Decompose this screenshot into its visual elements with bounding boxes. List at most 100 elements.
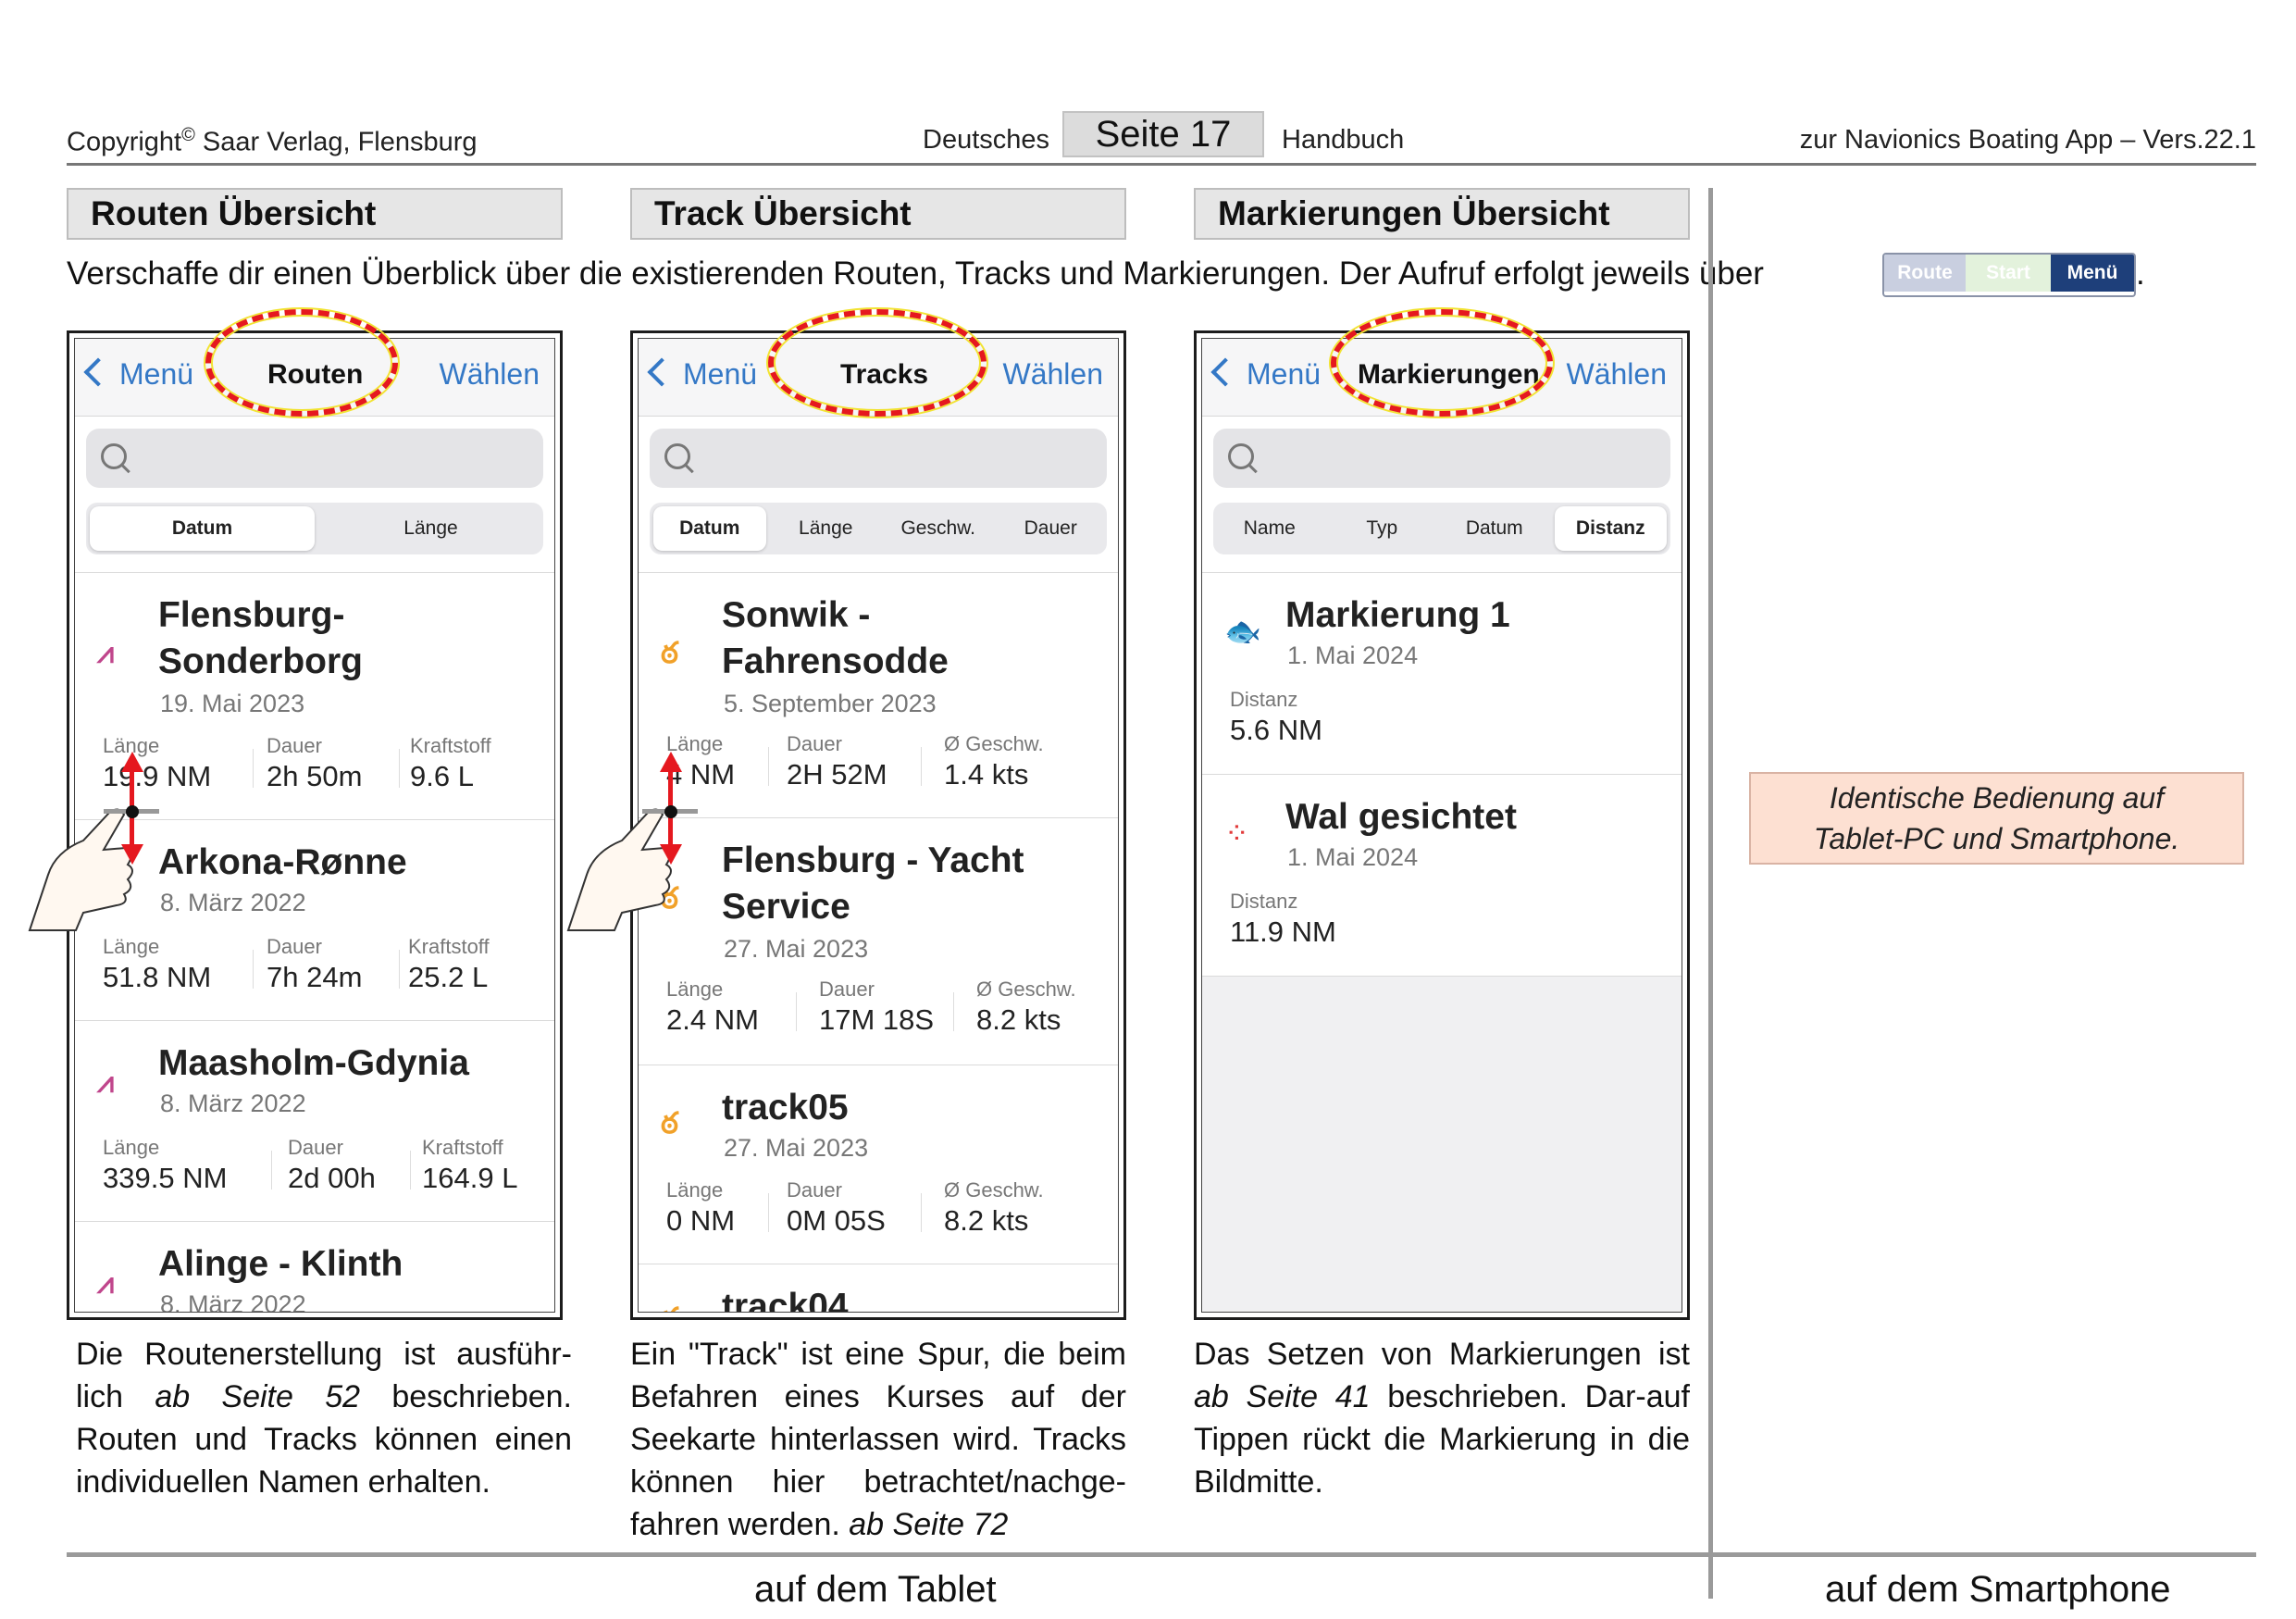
stat-value: 339.5 NM (103, 1162, 228, 1194)
stat-value: 8.2 kts (944, 1204, 1029, 1237)
markers-back-button[interactable]: Menü (1210, 357, 1322, 392)
page-number: Seite 17 (1062, 111, 1264, 157)
highlight-ellipse-markers (1331, 309, 1553, 417)
stat-label: Dauer (267, 935, 322, 958)
markers-select-button[interactable]: Wählen (1567, 357, 1668, 392)
list-item[interactable]: ఠ Sonwik - Fahrensodde 5. September 2023… (639, 573, 1118, 818)
stat-value: 17M 18S (819, 1003, 935, 1036)
track-title-line2: Service (722, 887, 850, 927)
copyright-line: Copyright© Saar Verlag, Flensburg (67, 125, 478, 158)
search-icon (1228, 443, 1254, 469)
route-zigzag-icon: ⩘ (97, 1266, 115, 1300)
track-title: Flensburg - Yacht (722, 841, 1024, 880)
publisher: Saar Verlag, Flensburg (194, 127, 478, 157)
stat-value: 0 NM (666, 1204, 736, 1237)
markers-sort-name[interactable]: Name (1213, 503, 1326, 554)
stat-divider (410, 1151, 411, 1189)
stat-value: 7h 24m (267, 961, 363, 993)
stat-divider (253, 950, 254, 989)
footer-smartphone: auf dem Smartphone (1825, 1569, 2171, 1610)
stat-value: 11.9 NM (1230, 915, 1336, 948)
tracks-sort-dauer[interactable]: Dauer (995, 503, 1108, 554)
mini-start-button: Start (1966, 255, 2051, 292)
marker-title: Wal gesichtet (1285, 797, 1517, 837)
stat-divider (796, 992, 797, 1031)
fish-icon: 🐟 (1224, 615, 1261, 648)
marker-date: 1. Mai 2024 (1287, 641, 1419, 669)
track-squiggle-icon: ఠ (661, 1301, 678, 1312)
stat-divider (921, 1193, 922, 1232)
stat-label: Kraftstoff (410, 734, 491, 757)
header-rule (67, 163, 2256, 166)
stat-value: 164.9 L (422, 1162, 518, 1194)
header-app-version: zur Navionics Boating App – Vers.22.1 (1799, 125, 2256, 155)
route-title: Alinge - Klinth (158, 1244, 403, 1284)
whale-sighting-icon: ⁘ (1224, 816, 1249, 850)
info-note: Identische Bedienung auf Tablet-PC und S… (1749, 772, 2244, 865)
stat-label: Dauer (819, 978, 875, 1001)
routes-back-button[interactable]: Menü (83, 357, 193, 392)
markers-search-input[interactable] (1213, 429, 1670, 488)
header-handbuch: Handbuch (1282, 125, 1405, 155)
list-item[interactable]: ఠ track05 27. Mai 2023 Länge 0 NM Dauer … (639, 1065, 1118, 1264)
routes-search-input[interactable] (86, 429, 543, 488)
stat-label: Ø Geschw. (976, 978, 1076, 1001)
bottom-rule (67, 1552, 2256, 1557)
stat-value: 0M 05S (787, 1204, 886, 1237)
list-item[interactable]: ⩘ Maasholm-Gdynia 8. März 2022 Länge 339… (75, 1021, 554, 1222)
stat-value: 2d 00h (288, 1162, 376, 1194)
tracks-select-button[interactable]: Wählen (1003, 357, 1104, 392)
tracks-back-button[interactable]: Menü (647, 357, 757, 392)
list-item[interactable]: ఠ track04 (639, 1264, 1118, 1312)
routes-sort-datum[interactable]: Datum (90, 506, 315, 551)
intro-text: Verschaffe dir einen Überblick über die … (67, 255, 1764, 292)
markers-sort-typ[interactable]: Typ (1326, 503, 1439, 554)
mini-menu-button: Menü (2051, 255, 2134, 292)
track-squiggle-icon: ఠ (661, 1106, 678, 1140)
stat-divider (768, 1193, 769, 1232)
tracks-sort-geschw[interactable]: Geschw. (882, 503, 995, 554)
page-reference: ab Seite 41 (1194, 1379, 1371, 1414)
track-date: 27. Mai 2023 (724, 935, 869, 963)
markers-sort-distanz[interactable]: Distanz (1554, 506, 1667, 551)
stat-divider (271, 1151, 272, 1189)
stat-value: 25.2 L (408, 961, 489, 993)
routes-select-button[interactable]: Wählen (440, 357, 540, 392)
stat-value: 1.4 kts (944, 758, 1029, 791)
stat-divider (768, 747, 769, 786)
routes-sort-control: Datum Länge (86, 503, 543, 554)
touch-point (664, 805, 677, 818)
search-icon (101, 443, 127, 469)
intro-period: . (2136, 255, 2145, 292)
stat-value: 2.4 NM (666, 1003, 759, 1036)
note-line: Identische Bedienung auf (1829, 781, 2165, 815)
route-title: Maasholm-Gdynia (158, 1043, 469, 1083)
list-item[interactable]: ఠ Flensburg - Yacht Service 27. Mai 2023… (639, 818, 1118, 1065)
track-squiggle-icon: ఠ (661, 636, 678, 669)
tracks-sort-laenge[interactable]: Länge (770, 503, 883, 554)
highlight-ellipse-routes (205, 309, 398, 417)
stat-label: Länge (666, 1178, 724, 1202)
tracks-sort-datum[interactable]: Datum (653, 506, 766, 551)
list-item[interactable]: 🐟 Markierung 1 1. Mai 2024 Distanz 5.6 N… (1202, 573, 1682, 775)
markers-sort-datum[interactable]: Datum (1438, 503, 1551, 554)
route-start-menu-control: Route Start Menü (1882, 253, 2136, 297)
tracks-search-input[interactable] (650, 429, 1107, 488)
caption-routes: Die Routenerstellung ist ausführ-lich ab… (76, 1333, 572, 1503)
page-reference: ab Seite 72 (849, 1507, 1009, 1542)
route-title-line2: Sonderborg (158, 641, 363, 681)
list-item[interactable]: ⁘ Wal gesichtet 1. Mai 2024 Distanz 11.9… (1202, 775, 1682, 977)
page-reference: ab Seite 52 (155, 1379, 361, 1414)
routes-sort-laenge[interactable]: Länge (318, 503, 543, 554)
route-date: 19. Mai 2023 (160, 690, 305, 717)
stat-divider (253, 749, 254, 788)
route-date: 8. März 2022 (160, 889, 306, 916)
stat-label: Dauer (267, 734, 322, 757)
tracks-phone-screenshot: Menü Tracks Wählen Datum Länge Geschw. D… (630, 330, 1126, 1320)
chevron-left-icon (647, 357, 676, 387)
markers-back-label: Menü (1247, 357, 1322, 391)
section-title-tracks: Track Übersicht (630, 188, 1126, 240)
vertical-divider (1708, 188, 1713, 1599)
stat-label: Länge (666, 978, 724, 1001)
list-item[interactable]: ⩘ Alinge - Klinth 8. März 2022 (75, 1222, 554, 1312)
